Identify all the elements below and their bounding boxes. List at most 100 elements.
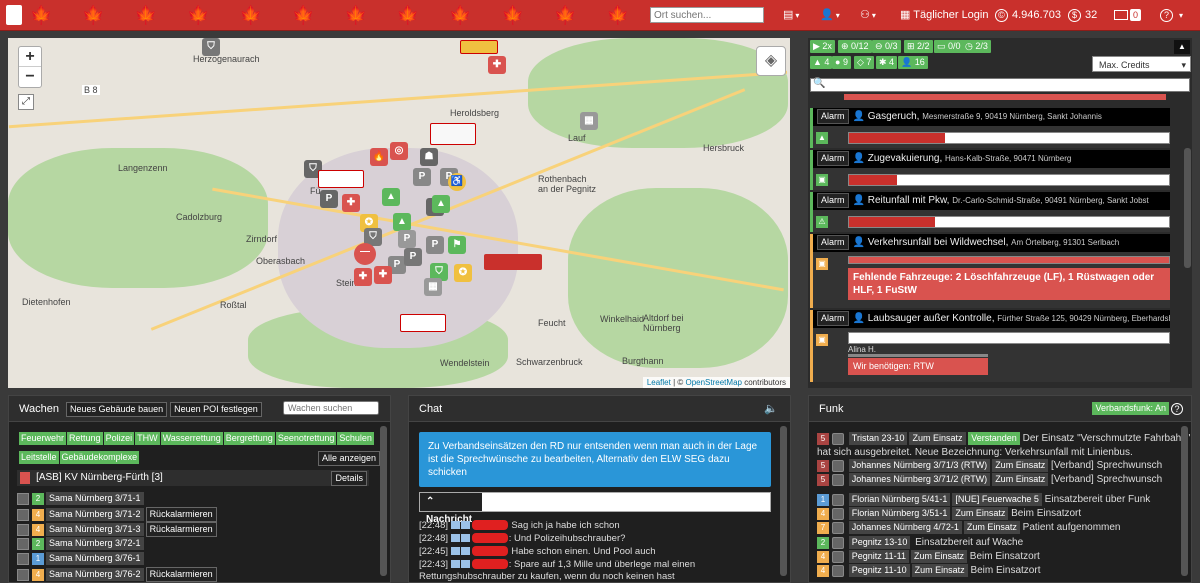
- parking-marker-icon[interactable]: P: [404, 248, 422, 266]
- checkbox[interactable]: [17, 568, 29, 581]
- to-mission-button[interactable]: Zum Einsatz: [992, 459, 1049, 472]
- vehicle-name[interactable]: Florian Nürnberg 5/41-1: [848, 493, 951, 506]
- filter-button[interactable]: ⊞ 2/2: [904, 40, 933, 53]
- alliance-radio-toggle[interactable]: Verbandsfunk: An: [1092, 402, 1169, 415]
- police-marker-icon[interactable]: ☗: [420, 148, 438, 166]
- parking-marker-icon[interactable]: P: [426, 236, 444, 254]
- zoom-in-button[interactable]: +: [19, 47, 41, 67]
- checkbox[interactable]: [17, 508, 29, 521]
- station-button[interactable]: [NUE] Feuerwache 5: [952, 493, 1042, 506]
- vehicle-row[interactable]: 2 Sama Nürnberg 3/71-1: [17, 492, 146, 505]
- mission-title[interactable]: Zugevakuierung,: [868, 153, 943, 164]
- hospital-marker-icon[interactable]: ✚: [374, 266, 392, 284]
- fullscreen-icon[interactable]: ⤢: [18, 94, 34, 110]
- to-mission-button[interactable]: Zum Einsatz: [911, 564, 968, 577]
- vehicle-name[interactable]: Sama Nürnberg 3/76-2: [46, 568, 144, 581]
- vehicle-name[interactable]: Tristan 23-10: [848, 432, 908, 445]
- acknowledge-button[interactable]: Verstanden: [968, 432, 1020, 445]
- school-marker-icon[interactable]: ▦: [424, 278, 442, 296]
- checkbox[interactable]: [17, 552, 29, 565]
- help-menu[interactable]: ? ▾: [1160, 0, 1183, 31]
- details-button[interactable]: Details: [331, 471, 367, 486]
- vehicle-row[interactable]: 2 Sama Nürnberg 3/72-1: [17, 537, 146, 550]
- to-mission-button[interactable]: Zum Einsatz: [992, 473, 1049, 486]
- location-search-input[interactable]: [650, 7, 764, 23]
- vehicle-name[interactable]: Sama Nürnberg 3/72-1: [46, 537, 144, 550]
- mission-item[interactable]: Alarm 👤 Laubsauger außer Kontrolle, Fürth…: [810, 310, 1170, 382]
- scrollbar[interactable]: [380, 426, 387, 576]
- checkbox[interactable]: [17, 537, 29, 550]
- to-mission-button[interactable]: Zum Einsatz: [963, 521, 1020, 534]
- to-mission-button[interactable]: Zum Einsatz: [910, 550, 967, 563]
- redacted-username[interactable]: [471, 559, 508, 570]
- alarm-button[interactable]: Alarm: [817, 109, 849, 124]
- filter-button[interactable]: ⊕ 0/12: [838, 40, 872, 53]
- vehicle-name[interactable]: Sama Nürnberg 3/76-1: [46, 552, 144, 565]
- new-poi-button[interactable]: Neuen POI festlegen: [170, 401, 262, 417]
- mission-title[interactable]: Gasgeruch,: [868, 111, 920, 122]
- target-icon[interactable]: [831, 521, 844, 534]
- calendar-menu[interactable]: ▤ ▾: [783, 0, 799, 31]
- target-icon[interactable]: [831, 493, 844, 506]
- filter-tag[interactable]: Wasserrettung: [160, 432, 223, 445]
- filter-button[interactable]: ▭ 0/0: [934, 40, 964, 53]
- ambulance-vehicle-icon[interactable]: [400, 314, 446, 332]
- vehicle-row[interactable]: 1 Sama Nürnberg 3/76-1: [17, 552, 146, 565]
- profile-menu[interactable]: 👤 ▾: [820, 0, 840, 31]
- checkbox[interactable]: [17, 523, 29, 536]
- leaflet-link[interactable]: Leaflet: [647, 378, 671, 387]
- alarm-button[interactable]: Alarm: [817, 235, 849, 250]
- police-badge-marker-icon[interactable]: ✪: [454, 264, 472, 282]
- map[interactable]: Herzogenaurach Heroldsberg Langenzenn La…: [8, 38, 790, 388]
- filter-button[interactable]: ◇ 7: [854, 56, 875, 69]
- filter-tag[interactable]: Bergrettung: [223, 432, 275, 445]
- school-marker-icon[interactable]: ▦: [580, 112, 598, 130]
- logo[interactable]: [6, 5, 22, 25]
- hospital-marker-icon[interactable]: ✚: [354, 268, 372, 286]
- vehicle-name[interactable]: Johannes Nürnberg 3/71/3 (RTW): [848, 459, 991, 472]
- alarm-button[interactable]: Alarm: [817, 311, 849, 326]
- vehicle-row[interactable]: 4 Sama Nürnberg 3/71-3 Rückalarmieren: [17, 522, 217, 537]
- chat-input[interactable]: ⌃ Nachricht: [419, 492, 771, 525]
- recall-button[interactable]: Rückalarmieren: [145, 567, 217, 582]
- vehicle-name[interactable]: Sama Nürnberg 3/71-2: [46, 508, 144, 521]
- ambulance-vehicle-icon[interactable]: [460, 40, 498, 54]
- target-icon[interactable]: [831, 473, 844, 486]
- wheelchair-marker-icon[interactable]: ♿: [448, 173, 466, 191]
- vehicle-name[interactable]: Sama Nürnberg 3/71-1: [46, 492, 144, 505]
- mission-title[interactable]: Reitunfall mit Pkw,: [868, 195, 950, 206]
- osm-link[interactable]: OpenStreetMap: [685, 378, 741, 387]
- mission-item[interactable]: Alarm 👤 Zugevakuierung, Hans-Kalb-Straße,…: [810, 150, 1170, 190]
- building-name[interactable]: [ASB] KV Nürnberg-Fürth [3]: [36, 472, 163, 483]
- filter-button[interactable]: ✱ 4: [876, 56, 898, 69]
- credits-display[interactable]: © 4.946.703: [995, 0, 1061, 31]
- vehicle-name[interactable]: Sama Nürnberg 3/71-3: [46, 523, 144, 536]
- filter-tag[interactable]: Feuerwehr: [19, 432, 67, 445]
- vehicle-name[interactable]: Florian Nürnberg 3/51-1: [848, 507, 951, 520]
- speaker-icon[interactable]: 🔈: [764, 396, 778, 422]
- filter-button[interactable]: ▲ 4: [810, 56, 833, 69]
- scrollbar[interactable]: [1184, 148, 1191, 268]
- filter-tag[interactable]: Seenotrettung: [275, 432, 337, 445]
- show-all-button[interactable]: Alle anzeigen: [318, 451, 381, 466]
- mission-item[interactable]: Alarm 👤 Gasgeruch, Mesmerstraße 9, 90419 …: [810, 108, 1170, 148]
- vehicle-name[interactable]: Johannes Nürnberg 3/71/2 (RTW): [848, 473, 991, 486]
- building-row[interactable]: [ASB] KV Nürnberg-Fürth [3] Details: [17, 470, 369, 486]
- vehicle-row[interactable]: 4 Sama Nürnberg 3/76-2 Rückalarmieren: [17, 567, 217, 582]
- ambulance-vehicle-icon[interactable]: [430, 123, 476, 145]
- filter-button[interactable]: ◷ 2/3: [962, 40, 991, 53]
- stations-search-input[interactable]: [283, 401, 379, 415]
- target-icon[interactable]: [831, 536, 844, 549]
- daily-login-link[interactable]: ▦ Täglicher Login: [900, 0, 988, 31]
- hospital-marker-icon[interactable]: ✚: [488, 56, 506, 74]
- target-icon[interactable]: [831, 550, 844, 563]
- rescue-marker-icon[interactable]: ▲: [393, 213, 411, 231]
- police-marker-icon[interactable]: ⛉: [202, 38, 220, 56]
- parking-marker-icon[interactable]: P: [413, 168, 431, 186]
- recall-button[interactable]: Rückalarmieren: [145, 522, 217, 537]
- filter-tag[interactable]: Gebäudekomplexe: [59, 451, 140, 464]
- filter-tag[interactable]: Leitstelle: [19, 451, 59, 464]
- filter-button[interactable]: ⊖ 0/3: [872, 40, 901, 53]
- target-icon[interactable]: [831, 459, 844, 472]
- to-mission-button[interactable]: Zum Einsatz: [952, 507, 1009, 520]
